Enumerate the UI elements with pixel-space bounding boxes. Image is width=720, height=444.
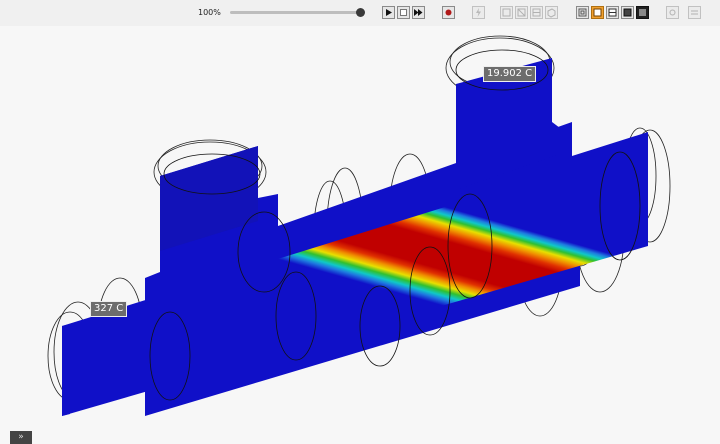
fast-forward-icon[interactable] <box>412 6 425 19</box>
slider-knob[interactable] <box>356 8 365 17</box>
play-icon[interactable] <box>382 6 395 19</box>
view-side-icon[interactable] <box>515 6 528 19</box>
grid-icon[interactable] <box>636 6 649 19</box>
temperature-viewport[interactable] <box>0 26 720 431</box>
record-icon[interactable] <box>442 6 455 19</box>
view-top-icon[interactable] <box>530 6 543 19</box>
shaded-mode-icon[interactable] <box>591 6 604 19</box>
stop-icon[interactable] <box>397 6 410 19</box>
pipe-end-cap <box>62 324 70 416</box>
view-front-icon[interactable] <box>500 6 513 19</box>
settings-icon[interactable] <box>666 6 679 19</box>
collapse-panel-button[interactable]: » <box>10 431 32 444</box>
lightning-icon[interactable] <box>472 6 485 19</box>
view-iso-icon[interactable] <box>545 6 558 19</box>
toolbar: 100% <box>0 0 720 26</box>
cold-temperature-probe[interactable]: 19.902 C <box>483 66 537 82</box>
zoom-label: 100% <box>198 8 221 17</box>
zoom-slider[interactable] <box>230 8 365 17</box>
hot-temperature-probe[interactable]: 327 C <box>90 301 128 317</box>
wireframe-icon[interactable] <box>576 6 589 19</box>
grid-toggle-icon[interactable] <box>688 6 701 19</box>
solid-mode-icon[interactable] <box>621 6 634 19</box>
mesh-mode-icon[interactable] <box>606 6 619 19</box>
